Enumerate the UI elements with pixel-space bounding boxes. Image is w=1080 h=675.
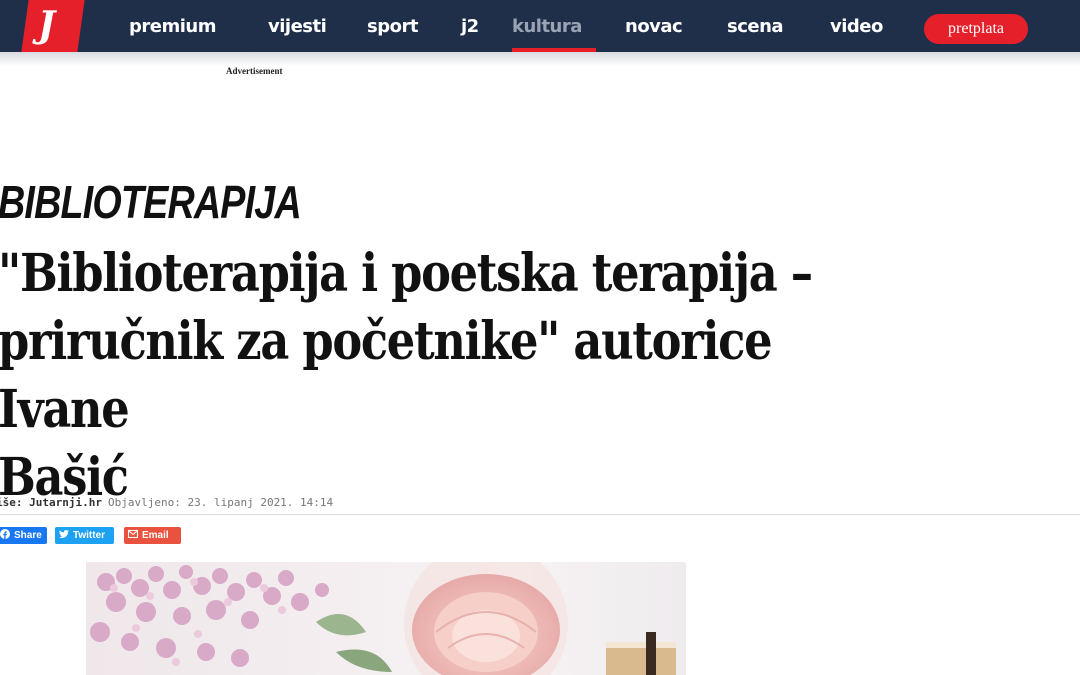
header-shadow: [0, 52, 1080, 66]
nav-j2[interactable]: j2: [461, 14, 479, 40]
twitter-icon: [59, 530, 69, 538]
nav-vijesti[interactable]: vijesti: [268, 14, 327, 40]
facebook-icon: [0, 529, 10, 539]
nav-scena[interactable]: scena: [727, 14, 784, 40]
advertisement-label: Advertisement: [226, 66, 283, 76]
article-title-line: "Biblioterapija i poetska terapija –: [0, 243, 813, 304]
site-logo[interactable]: J: [38, 4, 55, 46]
nav-novac[interactable]: novac: [625, 14, 683, 40]
subscribe-button[interactable]: pretplata: [924, 14, 1028, 44]
envelope-icon: [128, 529, 138, 539]
nav-video[interactable]: video: [830, 14, 883, 40]
publish-date: Objavljeno: 23. lipanj 2021. 14:14: [108, 496, 334, 509]
top-navigation-bar: J premium vijesti sport j2 kultura novac…: [0, 0, 1080, 52]
article-hero-image: [86, 562, 806, 675]
nav-premium[interactable]: premium: [129, 14, 216, 40]
article-kicker[interactable]: BIBLIOTERAPIJA: [0, 170, 302, 234]
article-title-line: priručnik za početnike" autorice Ivane: [0, 311, 773, 440]
nav-sport[interactable]: sport: [367, 14, 418, 40]
article-author[interactable]: iše: Jutarnji.hr: [0, 496, 102, 509]
facebook-share-button[interactable]: Share: [0, 527, 47, 544]
flowers-photo-icon: [86, 562, 806, 675]
byline-divider: [0, 514, 1080, 515]
twitter-share-label: Twitter: [73, 530, 106, 541]
email-share-label: Email: [142, 530, 169, 541]
facebook-share-label: Share: [14, 530, 42, 541]
article-title: "Biblioterapija i poetska terapija – pri…: [0, 240, 910, 512]
nav-kultura[interactable]: kultura: [512, 14, 582, 40]
email-share-button[interactable]: Email: [124, 527, 181, 544]
twitter-share-button[interactable]: Twitter: [55, 527, 114, 544]
